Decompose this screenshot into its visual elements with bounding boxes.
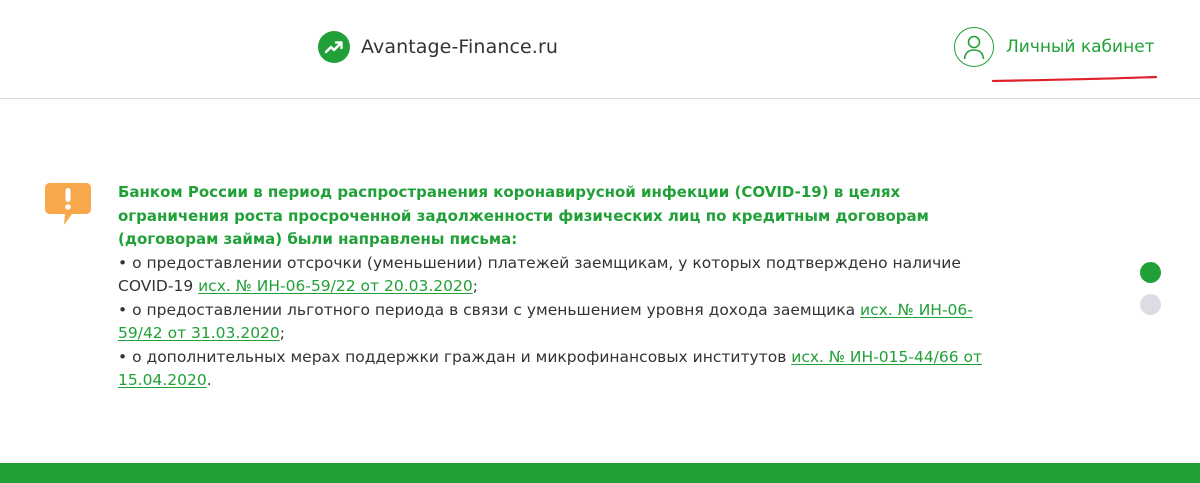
notice-item: • о предоставлении льготного периода в с… <box>118 299 988 346</box>
notice-item-suffix: ; <box>279 324 286 342</box>
personal-account-link[interactable]: Личный кабинет <box>954 25 1155 69</box>
site-header: Avantage-Finance.ru Личный кабинет <box>0 0 1200 99</box>
notice-item: • о дополнительных мерах поддержки гражд… <box>118 346 988 393</box>
footer-bar <box>0 463 1200 483</box>
trend-up-arrow-icon <box>318 31 350 63</box>
carousel-dot-1[interactable] <box>1140 262 1161 283</box>
notice-item-text: • о предоставлении льготного периода в с… <box>118 300 861 319</box>
user-circle-icon <box>954 27 994 67</box>
carousel-pagination <box>1140 262 1162 326</box>
notice-title: Банком России в период распространения к… <box>118 183 929 248</box>
notice-item-suffix: . <box>206 371 212 389</box>
site-logo-text: Avantage-Finance.ru <box>361 36 558 58</box>
carousel-dot-2[interactable] <box>1140 294 1161 315</box>
warning-speech-bubble-icon <box>44 181 92 227</box>
notice-letter-link[interactable]: исх. № ИН-06-59/22 от 20.03.2020 <box>198 277 473 295</box>
covid-notice: Банком России в период распространения к… <box>118 181 988 393</box>
notice-item-text: • о дополнительных мерах поддержки гражд… <box>118 347 792 366</box>
notice-item: • о предоставлении отсрочки (уменьшении)… <box>118 252 988 299</box>
red-annotation-underline <box>992 75 1157 83</box>
site-logo-link[interactable]: Avantage-Finance.ru <box>318 30 558 64</box>
notice-item-suffix: ; <box>472 277 478 295</box>
personal-account-label: Личный кабинет <box>1006 37 1155 57</box>
